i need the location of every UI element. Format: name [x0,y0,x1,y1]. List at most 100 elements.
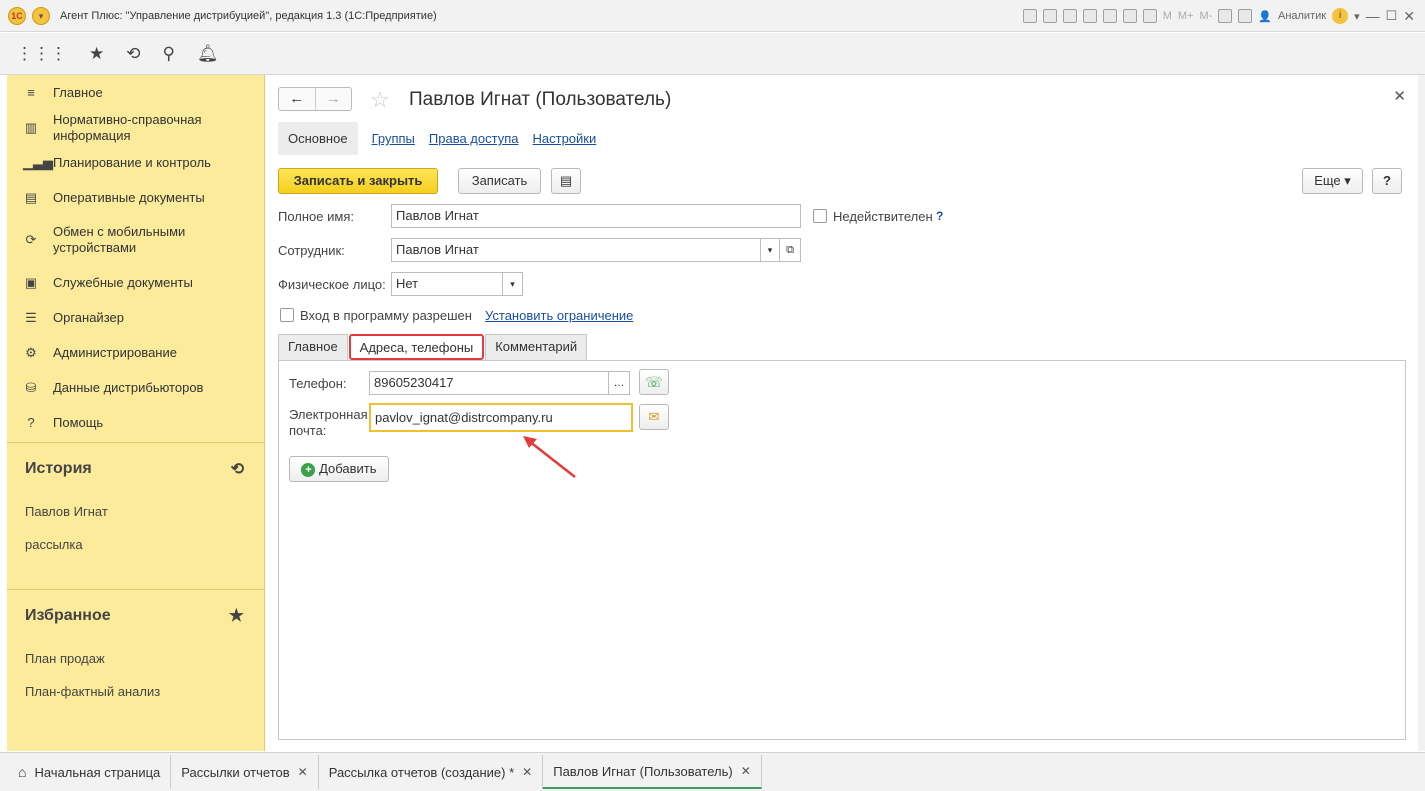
history-link[interactable]: рассылка [7,528,264,561]
download-icon[interactable] [1102,9,1117,23]
favorites-star-icon[interactable]: ★ [89,44,104,64]
add-contact-button[interactable]: + Добавить [289,456,389,482]
sidebar-item-label: Планирование и контроль [53,155,211,170]
calendar-icon[interactable] [1142,9,1157,23]
sidebar-item-label: Служебные документы [53,275,193,290]
sync-icon: ⟳ [25,232,37,247]
plus-circle-icon: + [301,463,316,477]
sidebar-item-operative-docs[interactable]: ▤ Оперативные документы [7,180,264,215]
phone-select-icon[interactable]: … [608,371,630,395]
scrollbar[interactable] [1418,75,1425,751]
inner-tab-main[interactable]: Главное [278,334,348,360]
save-button[interactable]: Записать [458,168,541,194]
sidebar-item-organizer[interactable]: ☰ Органайзер [7,300,264,335]
upload-icon[interactable] [1082,9,1097,23]
save-icon[interactable] [1022,9,1037,23]
mem-minus-button[interactable]: M- [1199,10,1212,22]
full-name-label: Полное имя: [278,209,354,224]
close-tab-icon[interactable]: ✕ [522,765,532,779]
employee-dropdown-icon[interactable]: ▾ [760,238,780,262]
close-tab-icon[interactable]: ✕ [741,764,751,778]
calculator-icon[interactable] [1122,9,1137,23]
sidebar-item-reference[interactable]: ▥ Нормативно-справочная информация [7,110,264,145]
mem-button[interactable]: M [1163,10,1172,22]
history-section: История ⟲ Павлов Игнат рассылка [7,442,264,589]
history-link[interactable]: Павлов Игнат [7,495,264,528]
window-title: Агент Плюс: "Управление дистрибуцией", р… [60,9,437,22]
add-label: Добавить [319,461,377,476]
sidebar-item-mobile-exchange[interactable]: ⟳ Обмен с мобильными устройствами [7,215,264,265]
task-label: Рассылка отчетов (создание) * [328,764,515,780]
apps-grid-icon[interactable]: ⋮⋮⋮ [16,44,67,64]
history-icon[interactable]: ⟲ [126,44,140,64]
close-window-icon[interactable]: ✕ [1403,8,1415,25]
login-allowed-checkbox[interactable] [280,308,294,322]
forward-arrow-icon[interactable]: → [314,88,352,110]
main-menu-icon[interactable]: ▾ [32,6,50,25]
invalid-help-icon[interactable]: ? [936,209,943,223]
task-tab-active[interactable]: Павлов Игнат (Пользователь) ✕ [543,755,762,789]
preview-icon[interactable] [1062,9,1077,23]
more-button[interactable]: Еще ▾ [1302,168,1363,194]
inner-tab-addresses[interactable]: Адреса, телефоны [348,334,485,360]
report-icon[interactable]: ▤ [551,168,581,194]
help-icon: ? [27,415,35,430]
inner-tab-comment[interactable]: Комментарий [485,334,588,360]
task-tab[interactable]: Рассылка отчетов (создание) * ✕ [319,755,544,789]
close-tab-icon[interactable]: ✕ [298,765,308,779]
sidebar-item-help[interactable]: ? Помощь [7,405,264,440]
favorites-link[interactable]: План-фактный анализ [7,675,264,708]
save-and-close-button[interactable]: Записать и закрыть [278,168,438,194]
minimize-icon[interactable]: — [1366,8,1380,24]
sidebar-item-distributors[interactable]: ⛁ Данные дистрибьюторов [7,370,264,405]
sidebar-item-planning[interactable]: ▁▃▅ Планирование и контроль [7,145,264,180]
favorite-star-icon[interactable]: ☆ [370,87,390,113]
info-icon[interactable]: i [1332,8,1349,24]
person-dropdown-icon[interactable]: ▾ [502,272,523,296]
invalid-checkbox[interactable] [813,209,827,223]
task-tab[interactable]: Рассылки отчетов ✕ [171,755,319,789]
tab-groups[interactable]: Группы [372,131,415,146]
notifications-bell-icon[interactable]: 🔔︎ [197,44,219,64]
search-icon[interactable]: ⚲ [163,44,175,64]
reference-icon: ▥ [24,119,38,135]
sidebar-item-main[interactable]: ≡ Главное [7,75,264,110]
sidebar-item-administration[interactable]: ⚙ Администрирование [7,335,264,370]
user-name[interactable]: Аналитик [1278,10,1326,22]
1c-logo-icon[interactable]: 1С [8,6,26,25]
tab-main[interactable]: Основное [278,122,358,155]
set-limit-link[interactable]: Установить ограничение [485,308,633,323]
sidebar-item-label: Обмен с мобильными устройствами [53,224,186,255]
employee-label: Сотрудник: [278,243,345,258]
print-icon[interactable] [1042,9,1057,23]
mem-plus-button[interactable]: M+ [1178,10,1194,22]
employee-input[interactable]: Павлов Игнат [391,238,761,262]
close-form-icon[interactable]: ✕ [1393,87,1406,105]
back-arrow-icon[interactable]: ← [279,88,315,110]
sidebar-item-label: Помощь [53,415,104,430]
person-select[interactable]: Нет [391,272,503,296]
menu-icon: ≡ [27,85,35,100]
phone-call-icon[interactable]: ☏ [639,369,669,395]
tab-access-rights[interactable]: Права доступа [429,131,519,146]
email-send-icon[interactable]: ✉ [639,404,669,430]
sidebar-item-service-docs[interactable]: ▣ Служебные документы [7,265,264,300]
full-name-input[interactable]: Павлов Игнат [391,204,801,228]
organizer-icon: ☰ [25,309,37,325]
chevron-down-icon[interactable]: ▾ [1354,10,1360,23]
tab-settings[interactable]: Настройки [533,131,597,146]
email-label: Электронная почта: [289,407,368,438]
employee-open-icon[interactable]: ⧉ [779,238,801,262]
task-home[interactable]: ⌂ Начальная страница [8,755,172,789]
sidebar-item-label: Администрирование [53,345,177,360]
help-button[interactable]: ? [1372,168,1402,194]
phone-input[interactable]: 89605230417 [369,371,609,395]
home-icon: ⌂ [18,764,27,780]
maximize-icon[interactable]: ☐ [1386,8,1398,24]
section-toolbar: ⋮⋮⋮ ★ ⟲ ⚲ 🔔︎ [0,33,1425,75]
annotation-arrow [523,436,576,478]
favorites-link[interactable]: План продаж [7,642,264,675]
panels-icon[interactable] [1238,9,1253,23]
zoom-icon[interactable] [1218,9,1233,23]
email-input[interactable]: pavlov_ignat@distrcompany.ru [369,403,633,432]
